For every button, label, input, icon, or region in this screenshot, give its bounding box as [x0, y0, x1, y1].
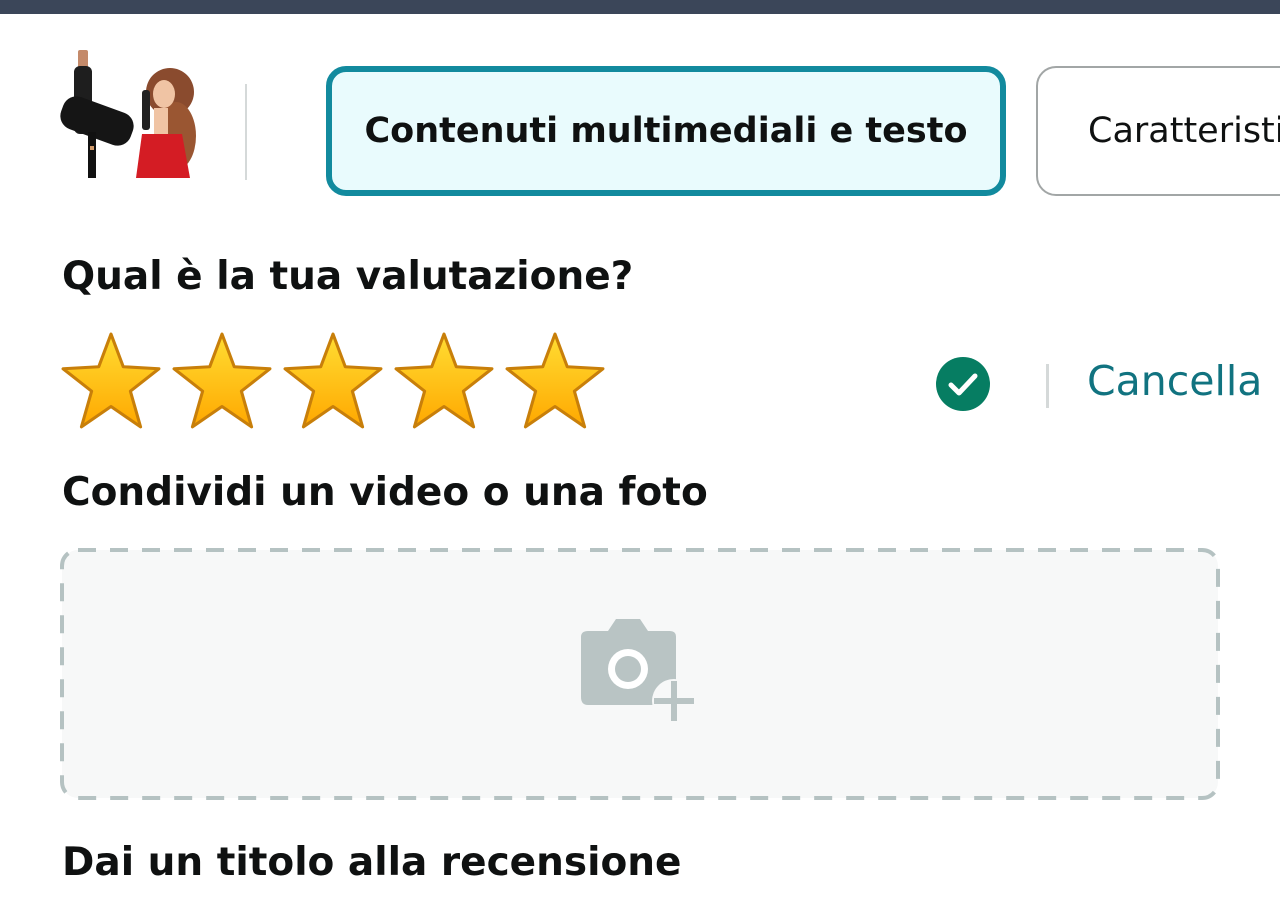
- media-heading: Condividi un video o una foto: [62, 470, 708, 515]
- top-status-bar: [0, 0, 1280, 14]
- star-rating: [60, 330, 606, 434]
- review-title-heading: Dai un titolo alla recensione: [62, 840, 682, 885]
- thumbnail-divider: [245, 84, 247, 180]
- tab-features-label: Caratteristi: [1088, 111, 1280, 151]
- tab-features[interactable]: Caratteristi: [1036, 66, 1280, 196]
- tab-media-and-text[interactable]: Contenuti multimediali e testo: [326, 66, 1006, 196]
- rating-heading: Qual è la tua valutazione?: [62, 254, 634, 299]
- star-4-icon[interactable]: [393, 330, 495, 432]
- camera-add-icon[interactable]: [578, 617, 696, 725]
- review-page: Contenuti multimediali e testo Caratteri…: [0, 0, 1280, 901]
- check-circle-icon: [936, 357, 990, 411]
- tab-media-and-text-label: Contenuti multimediali e testo: [364, 111, 968, 151]
- star-5-icon[interactable]: [504, 330, 606, 432]
- clear-rating-link[interactable]: Cancella: [1087, 357, 1262, 405]
- clear-divider: [1046, 364, 1049, 408]
- star-3-icon[interactable]: [282, 330, 384, 432]
- product-thumbnail: [58, 44, 198, 184]
- product-image: [60, 50, 196, 178]
- star-1-icon[interactable]: [60, 330, 162, 432]
- star-2-icon[interactable]: [171, 330, 273, 432]
